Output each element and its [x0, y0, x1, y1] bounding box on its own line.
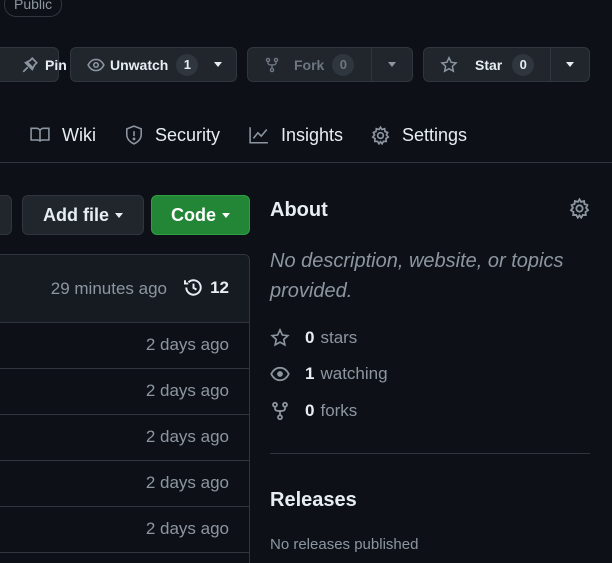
code-label: Code	[171, 204, 216, 225]
file-age: 2 days ago	[145, 381, 229, 400]
tab-security[interactable]: Security	[125, 122, 220, 148]
branch-button[interactable]	[0, 195, 12, 235]
eye-icon	[270, 364, 305, 384]
pin-button[interactable]: Pin	[0, 47, 67, 82]
star-dropdown[interactable]	[551, 48, 589, 81]
star-icon	[439, 55, 459, 74]
chevron-down-icon	[222, 212, 230, 218]
latest-commit-row: 29 minutes ago 12	[0, 255, 249, 323]
watchers-link[interactable]: 1 watching	[270, 363, 388, 385]
fork-button-group: Fork 0	[247, 47, 413, 82]
releases-heading[interactable]: Releases	[270, 489, 357, 512]
visibility-badge: Public	[4, 0, 63, 17]
about-heading: About	[270, 199, 328, 221]
chevron-down-icon	[566, 62, 575, 67]
file-age: 2 days ago	[145, 335, 229, 354]
file-age: 2 days ago	[145, 473, 229, 492]
star-icon	[270, 328, 305, 348]
chevron-down-icon	[115, 212, 123, 218]
stars-count: 0	[305, 328, 315, 347]
tab-settings[interactable]: Settings	[371, 122, 467, 148]
stars-link[interactable]: 0 stars	[270, 327, 357, 349]
tab-wiki[interactable]: Wiki	[30, 122, 96, 148]
table-row[interactable]: 2 days ago	[0, 323, 249, 369]
add-file-label: Add file	[43, 204, 109, 225]
table-row[interactable]: 2 days ago	[0, 369, 249, 415]
pin-icon	[0, 48, 39, 81]
unwatch-button[interactable]: Unwatch 1	[71, 48, 200, 81]
star-button[interactable]: Star 0	[424, 48, 550, 81]
latest-commit-time[interactable]: 29 minutes ago	[51, 279, 167, 299]
commit-history-link[interactable]: 12	[183, 277, 229, 298]
fork-count: 0	[332, 53, 355, 76]
eye-icon	[87, 56, 105, 74]
code-button[interactable]: Code	[151, 195, 250, 235]
about-description: No description, website, or topics provi…	[270, 250, 564, 302]
repo-nav: Wiki Security Insights Settings	[0, 116, 612, 162]
add-file-button[interactable]: Add file	[22, 195, 144, 235]
stars-label: stars	[320, 328, 358, 347]
releases-empty-text: No releases published	[270, 536, 419, 553]
fork-icon	[264, 56, 280, 74]
file-age: 2 days ago	[145, 519, 229, 538]
star-count: 0	[512, 53, 535, 76]
fork-button[interactable]: Fork 0	[248, 48, 371, 81]
chevron-down-icon	[214, 62, 222, 67]
forks-label: forks	[320, 401, 358, 420]
chevron-down-icon	[388, 62, 397, 67]
nav-divider	[0, 162, 612, 163]
about-settings-button[interactable]	[569, 198, 590, 219]
file-list: 29 minutes ago 12 2 days ago 2 days ago …	[0, 254, 250, 563]
table-row[interactable]: 2 days ago	[0, 415, 249, 461]
unwatch-dropdown[interactable]	[200, 48, 236, 81]
unwatch-button-group: Unwatch 1	[70, 47, 237, 82]
table-row[interactable]: 2 days ago	[0, 507, 249, 553]
watching-label: watching	[320, 364, 388, 383]
table-row[interactable]: 2 days ago	[0, 461, 249, 507]
sidebar-divider	[270, 453, 590, 454]
forks-link[interactable]: 0 forks	[270, 400, 357, 422]
file-age: 2 days ago	[145, 427, 229, 446]
fork-dropdown[interactable]	[372, 48, 412, 81]
watch-count: 1	[176, 53, 199, 76]
book-icon	[30, 126, 62, 144]
star-button-group: Star 0	[423, 47, 590, 82]
history-icon	[183, 277, 210, 298]
fork-label: Fork	[294, 56, 325, 73]
tab-settings-label: Settings	[402, 124, 468, 145]
gear-icon	[371, 125, 402, 145]
fork-icon	[270, 401, 305, 421]
pin-label: Pin	[45, 56, 67, 73]
commit-count: 12	[210, 277, 229, 297]
star-label: Star	[475, 56, 503, 73]
tab-wiki-label: Wiki	[62, 124, 96, 145]
tab-security-label: Security	[155, 124, 221, 145]
forks-count: 0	[305, 401, 315, 420]
tab-insights-label: Insights	[281, 124, 344, 145]
watching-count: 1	[305, 364, 315, 383]
unwatch-label: Unwatch	[110, 56, 169, 73]
graph-icon	[249, 126, 281, 144]
tab-insights[interactable]: Insights	[249, 122, 343, 148]
gear-icon	[569, 198, 590, 219]
shield-icon	[125, 125, 155, 145]
